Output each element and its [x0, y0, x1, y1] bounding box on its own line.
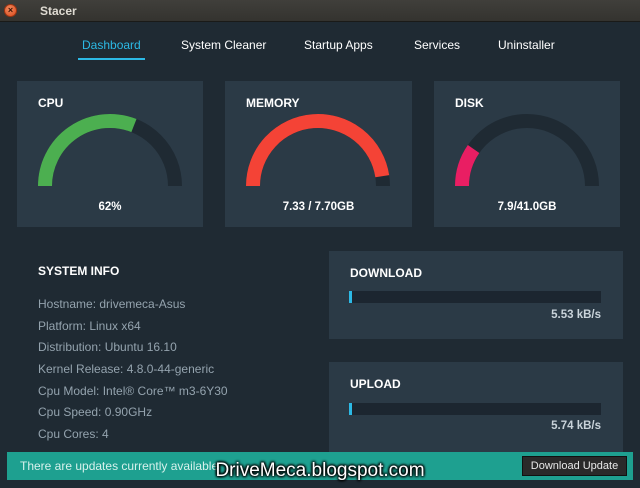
download-bar-fill [349, 291, 352, 303]
info-cpu-speed: Cpu Speed: 0.90GHz [38, 405, 153, 420]
memory-gauge [246, 114, 390, 187]
download-speed: 5.53 kB/s [551, 309, 601, 321]
upload-title: UPLOAD [350, 377, 401, 391]
disk-title: DISK [455, 96, 484, 110]
upload-card: UPLOAD 5.74 kB/s [329, 362, 623, 452]
cpu-gauge-fill [38, 114, 137, 187]
system-info: SYSTEM INFO Hostname: drivemeca-Asus Pla… [38, 264, 228, 449]
tab-services[interactable]: Services [414, 38, 460, 52]
window-title: Stacer [40, 4, 77, 18]
disk-gauge [455, 114, 599, 187]
tab-startup-apps[interactable]: Startup Apps [304, 38, 373, 52]
system-info-title: SYSTEM INFO [38, 264, 120, 278]
close-icon[interactable]: × [4, 4, 17, 17]
upload-bar-fill [349, 403, 352, 415]
upload-bar [349, 403, 601, 415]
disk-card: DISK 7.9/41.0GB [434, 81, 620, 227]
main-tabs: Dashboard System Cleaner Startup Apps Se… [0, 22, 640, 70]
info-cpu-model: Cpu Model: Intel® Core™ m3-6Y30 [38, 383, 228, 398]
cpu-title: CPU [38, 96, 64, 110]
memory-value: 7.33 / 7.70GB [282, 201, 355, 213]
download-card: DOWNLOAD 5.53 kB/s [329, 251, 623, 339]
memory-title: MEMORY [246, 96, 300, 110]
disk-gauge-fill [455, 144, 480, 187]
cpu-value: 62% [98, 201, 122, 213]
title-bar: × Stacer [0, 0, 640, 22]
tab-dashboard[interactable]: Dashboard [78, 38, 145, 60]
upload-speed: 5.74 kB/s [551, 420, 601, 432]
memory-gauge-fill [246, 114, 390, 187]
info-kernel-release: Kernel Release: 4.8.0-44-generic [38, 362, 215, 377]
info-cpu-cores: Cpu Cores: 4 [38, 427, 109, 442]
disk-value: 7.9/41.0GB [497, 201, 557, 213]
cpu-gauge [38, 114, 182, 187]
download-bar [349, 291, 601, 303]
memory-card: MEMORY 7.33 / 7.70GB [225, 81, 412, 227]
disk-gauge-track [455, 114, 599, 187]
download-title: DOWNLOAD [350, 266, 422, 280]
tab-system-cleaner[interactable]: System Cleaner [181, 38, 266, 52]
info-distribution: Distribution: Ubuntu 16.10 [38, 340, 177, 355]
info-hostname: Hostname: drivemeca-Asus [38, 297, 186, 311]
tab-uninstaller[interactable]: Uninstaller [498, 38, 555, 52]
watermark: DriveMeca.blogspot.com [215, 460, 425, 481]
info-platform: Platform: Linux x64 [38, 318, 141, 333]
cpu-card: CPU 62% [17, 81, 203, 227]
